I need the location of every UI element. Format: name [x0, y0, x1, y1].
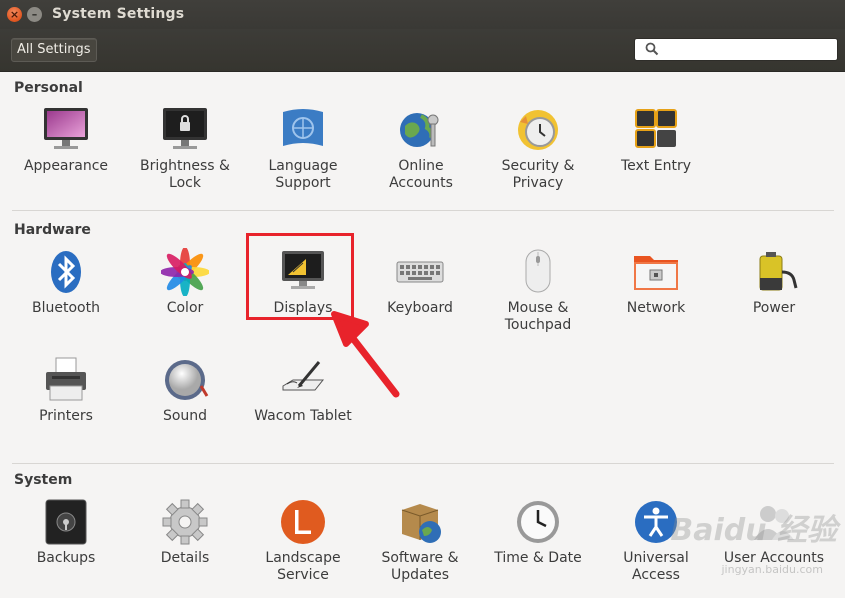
- setting-label: Bluetooth: [32, 300, 100, 316]
- speaker-icon: [161, 356, 209, 404]
- watermark-logo: Baidu 经验: [670, 513, 837, 548]
- landscape-logo-icon: [279, 498, 327, 546]
- clock-icon: [514, 498, 562, 546]
- minimize-window-button[interactable]: –: [27, 7, 42, 22]
- setting-mouse-touchpad[interactable]: Mouse & Touchpad: [479, 248, 597, 334]
- setting-label: Color: [166, 300, 204, 316]
- setting-keyboard[interactable]: Keyboard: [361, 248, 479, 317]
- setting-label: Printers: [39, 408, 93, 424]
- setting-label: Universal Access: [623, 550, 689, 583]
- software-box-globe-icon: [396, 498, 444, 546]
- annotation-arrow-icon: [331, 311, 400, 398]
- highlight-box-displays: [246, 233, 354, 320]
- mouse-icon: [514, 248, 562, 296]
- search-box[interactable]: [634, 38, 838, 61]
- setting-landscape-service[interactable]: Landscape Service: [244, 498, 362, 584]
- printer-icon: [42, 356, 90, 404]
- online-accounts-icon: [397, 106, 445, 154]
- security-privacy-icon: [514, 106, 562, 154]
- search-input[interactable]: [665, 41, 837, 60]
- setting-label: Time & Date: [494, 550, 582, 566]
- battery-power-icon: [750, 248, 798, 296]
- setting-label: Appearance: [23, 158, 109, 174]
- setting-network[interactable]: Network: [597, 248, 715, 317]
- setting-language-support[interactable]: Language Support: [244, 106, 362, 192]
- wacom-tablet-pen-icon: [279, 356, 327, 404]
- search-icon: [645, 42, 659, 56]
- setting-label: Power: [752, 300, 796, 316]
- window-title: System Settings: [52, 6, 185, 22]
- setting-appearance[interactable]: Appearance: [7, 106, 125, 175]
- appearance-icon: [42, 106, 90, 154]
- color-wheel-icon: [160, 247, 210, 297]
- all-settings-button[interactable]: All Settings: [11, 38, 97, 62]
- setting-label: Network: [626, 300, 686, 316]
- keyboard-icon: [396, 248, 444, 296]
- setting-label: Security & Privacy: [501, 158, 575, 191]
- bluetooth-icon: [42, 248, 90, 296]
- brightness-lock-icon: [161, 106, 209, 154]
- setting-online-accounts[interactable]: Online Accounts: [362, 106, 480, 192]
- setting-backups[interactable]: Backups: [7, 498, 125, 567]
- section-divider: [12, 210, 834, 211]
- setting-label: Brightness & Lock: [140, 158, 230, 191]
- setting-label: Text Entry: [620, 158, 691, 174]
- setting-label: Online Accounts: [389, 158, 453, 191]
- close-window-button[interactable]: ×: [7, 7, 22, 22]
- setting-power[interactable]: Power: [715, 248, 833, 317]
- setting-label: Software & Updates: [381, 550, 459, 583]
- setting-time-date[interactable]: Time & Date: [479, 498, 597, 567]
- setting-label: Wacom Tablet: [254, 408, 352, 424]
- safe-backup-icon: [42, 498, 90, 546]
- setting-text-entry[interactable]: Text Entry: [597, 106, 715, 175]
- setting-brightness-lock[interactable]: Brightness & Lock: [126, 106, 244, 192]
- section-title-personal: Personal: [14, 80, 83, 96]
- setting-label: Language Support: [268, 158, 338, 191]
- setting-label: Landscape Service: [265, 550, 341, 583]
- setting-software-updates[interactable]: Software & Updates: [361, 498, 479, 584]
- setting-label: Sound: [162, 408, 208, 424]
- section-title-system: System: [14, 472, 73, 488]
- setting-label: Mouse & Touchpad: [504, 300, 572, 333]
- title-bar: × – System Settings: [0, 0, 845, 29]
- setting-label: Backups: [36, 550, 96, 566]
- section-title-hardware: Hardware: [14, 222, 91, 238]
- watermark-url: jingyan.baidu.com: [721, 563, 823, 576]
- setting-sound[interactable]: Sound: [126, 356, 244, 425]
- gear-icon: [161, 498, 209, 546]
- setting-details[interactable]: Details: [126, 498, 244, 567]
- text-entry-keys-icon: [632, 106, 680, 154]
- setting-printers[interactable]: Printers: [7, 356, 125, 425]
- network-folder-icon: [632, 248, 680, 296]
- toolbar: All Settings: [0, 29, 845, 72]
- setting-security-privacy[interactable]: Security & Privacy: [479, 106, 597, 192]
- setting-color[interactable]: Color: [126, 247, 244, 317]
- setting-bluetooth[interactable]: Bluetooth: [7, 248, 125, 317]
- section-divider: [12, 463, 834, 464]
- language-flag-icon: [279, 106, 327, 154]
- setting-label: Details: [160, 550, 210, 566]
